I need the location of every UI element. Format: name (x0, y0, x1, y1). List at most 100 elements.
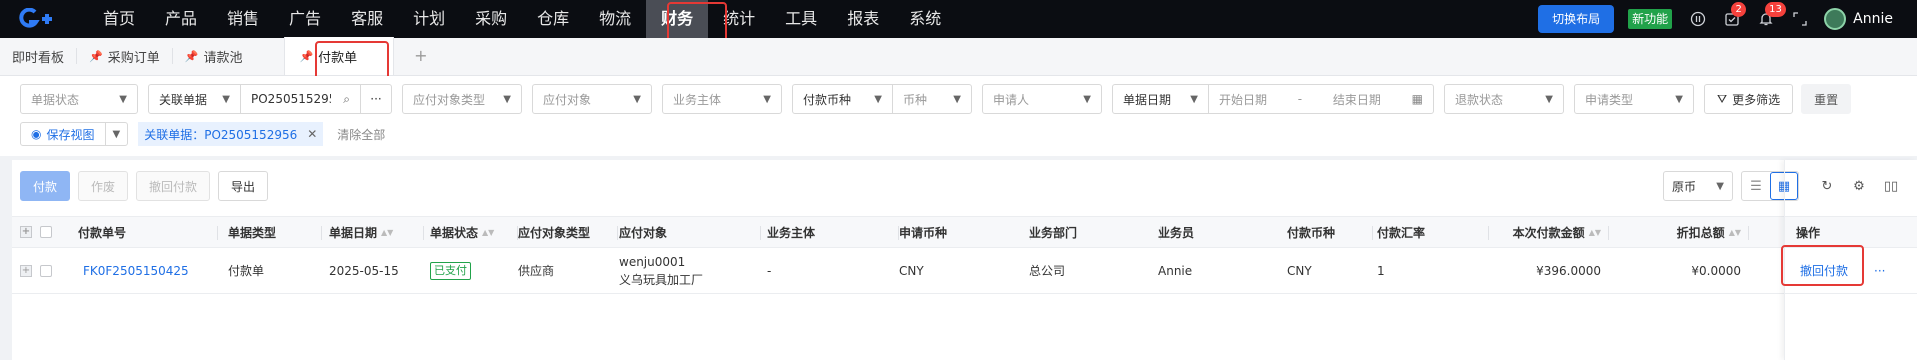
header-label: 付款汇率 (1377, 225, 1426, 240)
payment-no-link[interactable]: FK0F2505150425 (83, 248, 189, 293)
menu-item-reports[interactable]: 报表 (832, 0, 894, 38)
col-header-payee-type[interactable]: 应付对象类型 (518, 217, 618, 247)
select-all-checkbox[interactable] (40, 226, 52, 238)
payee-select[interactable]: 应付对象 ▼ (532, 84, 652, 114)
save-view-dropdown[interactable]: ▼ (106, 123, 128, 145)
col-header-doc-status[interactable]: 单据状态 ▲▼ (430, 217, 518, 247)
menu-item-logistics[interactable]: 物流 (584, 0, 646, 38)
business-entity-select[interactable]: 业务主体 ▼ (662, 84, 782, 114)
applicant-select[interactable]: 申请人 ▼ (982, 84, 1102, 114)
pay-button[interactable]: 付款 (20, 171, 71, 201)
new-feature-badge[interactable]: 新功能 (1628, 9, 1673, 29)
clear-all-link[interactable]: 清除全部 (337, 126, 385, 143)
col-header-rate[interactable]: 付款汇率 (1377, 217, 1489, 247)
chevron-down-icon: ▼ (1716, 180, 1724, 192)
menu-item-home[interactable]: 首页 (88, 0, 150, 38)
currency-select[interactable]: 币种 ▼ (893, 85, 971, 113)
chevron-down-icon: ▼ (1545, 93, 1553, 105)
col-header-req-currency[interactable]: 申请币种 (899, 217, 1031, 247)
reset-button[interactable]: 重置 (1801, 84, 1852, 114)
linked-doc-input[interactable]: PO2505152956 ⌕ (241, 85, 361, 113)
pin-icon[interactable]: 📌 (185, 50, 199, 63)
menu-item-purchase[interactable]: 采购 (460, 0, 522, 38)
menu-item-system[interactable]: 系统 (894, 0, 956, 38)
col-header-entity[interactable]: 业务主体 (767, 217, 899, 247)
pin-icon[interactable]: 📌 (299, 50, 313, 63)
col-header-amount[interactable]: 本次付款金额 ▲▼ (1489, 217, 1609, 247)
add-tab-button[interactable]: + (394, 37, 447, 75)
amount-cell: ¥396.0000 (1536, 263, 1601, 278)
more-options-icon[interactable]: ··· (361, 85, 391, 113)
menu-item-service[interactable]: 客服 (336, 0, 398, 38)
tab-dashboard[interactable]: 即时看板 (0, 37, 76, 75)
menu-item-sales[interactable]: 销售 (212, 0, 274, 38)
task-count-badge: 2 (1731, 2, 1747, 17)
help-icon[interactable] (1688, 9, 1708, 29)
sort-icon[interactable]: ▲▼ (381, 228, 393, 237)
menu-item-products[interactable]: 产品 (150, 0, 212, 38)
menu-item-tools[interactable]: 工具 (770, 0, 832, 38)
tab-request-pool[interactable]: 📌 请款池 (173, 37, 255, 75)
expand-row-icon[interactable]: + (20, 264, 32, 277)
col-header-department[interactable]: 业务部门 (1029, 217, 1161, 247)
export-button[interactable]: 导出 (218, 171, 269, 201)
tab-purchase-order[interactable]: 📌 采购订单 (77, 37, 172, 75)
sort-icon[interactable]: ▲▼ (482, 228, 494, 237)
bell-icon[interactable]: 13 (1756, 2, 1786, 29)
more-filters-button[interactable]: ⛛ 更多筛选 (1704, 84, 1794, 114)
nav-right-tools: 切换布局 新功能 2 13 Annie (1538, 0, 1917, 38)
revoke-payment-button[interactable]: 撤回付款 (136, 171, 211, 201)
task-icon[interactable]: 2 (1722, 2, 1747, 29)
sort-icon[interactable]: ▲▼ (1589, 228, 1601, 237)
expand-all-icon[interactable]: + (20, 226, 32, 238)
button-label: 更多筛选 (1732, 92, 1781, 107)
doc-type-cell: 付款单 (228, 264, 265, 278)
row-select-cell: + (20, 248, 60, 293)
pin-icon[interactable]: 📌 (89, 50, 103, 63)
menu-item-plan[interactable]: 计划 (398, 0, 460, 38)
menu-item-warehouse[interactable]: 仓库 (522, 0, 584, 38)
select-placeholder: 申请类型 (1585, 92, 1634, 107)
currency-mode-select[interactable]: 原币 ▼ (1663, 171, 1733, 201)
doc-date-filter: 单据日期 ▼ 开始日期 - 结束日期 ▦ (1112, 84, 1434, 114)
refund-status-select[interactable]: 退款状态 ▼ (1444, 84, 1564, 114)
linked-doc-type-select[interactable]: 关联单据 ▼ (149, 85, 241, 113)
status-cell: 已支付 (430, 248, 471, 293)
doc-status-select[interactable]: 单据状态 ▼ (20, 84, 138, 114)
save-view-split-button: ◉ 保存视图 ▼ (20, 122, 129, 146)
discount-cell: ¥0.0000 (1691, 263, 1741, 278)
pay-currency-type-select[interactable]: 付款币种 ▼ (793, 85, 893, 113)
search-icon[interactable]: ⌕ (343, 92, 350, 107)
fullscreen-icon[interactable] (1790, 9, 1810, 29)
payee-type-select[interactable]: 应付对象类型 ▼ (402, 84, 522, 114)
date-range-picker[interactable]: 开始日期 - 结束日期 ▦ (1209, 85, 1433, 113)
table-header: + 付款单号 单据类型 单据日期 ▲▼ 单据状态 ▲▼ 应付对象类型 应付对象 业务… (12, 216, 1917, 248)
chevron-down-icon: ▼ (874, 93, 882, 105)
date-type-select[interactable]: 单据日期 ▼ (1113, 85, 1209, 113)
list-view-icon[interactable]: ☰ (1742, 172, 1770, 200)
chevron-down-icon: ▼ (1083, 93, 1091, 105)
select-placeholder: 应付对象类型 (413, 92, 486, 107)
brand-logo[interactable] (0, 0, 64, 38)
select-label: 单据日期 (1123, 92, 1172, 107)
col-header-payment-no[interactable]: 付款单号 (78, 217, 218, 247)
menu-item-ads[interactable]: 广告 (274, 0, 336, 38)
col-header-pay-currency[interactable]: 付款币种 (1287, 217, 1373, 247)
sort-icon[interactable]: ▲▼ (1729, 228, 1741, 237)
col-header-payee[interactable]: 应付对象 (619, 217, 761, 247)
close-icon[interactable]: ✕ (307, 127, 317, 141)
switch-layout-button[interactable]: 切换布局 (1538, 5, 1615, 33)
save-view-button[interactable]: ◉ 保存视图 (21, 123, 106, 145)
col-header-doc-date[interactable]: 单据日期 ▲▼ (329, 217, 424, 247)
col-header-discount[interactable]: 折扣总额 ▲▼ (1609, 217, 1749, 247)
select-placeholder: 单据状态 (31, 92, 80, 107)
void-button[interactable]: 作废 (78, 171, 129, 201)
user-menu[interactable]: Annie (1824, 8, 1893, 30)
request-type-select[interactable]: 申请类型 ▼ (1574, 84, 1694, 114)
col-header-salesperson[interactable]: 业务员 (1158, 217, 1291, 247)
status-badge: 已支付 (430, 261, 471, 280)
row-checkbox[interactable] (40, 264, 52, 277)
col-header-doc-type[interactable]: 单据类型 (228, 217, 322, 247)
tab-label: 采购订单 (107, 50, 160, 66)
header-label: 应付对象类型 (518, 225, 591, 240)
